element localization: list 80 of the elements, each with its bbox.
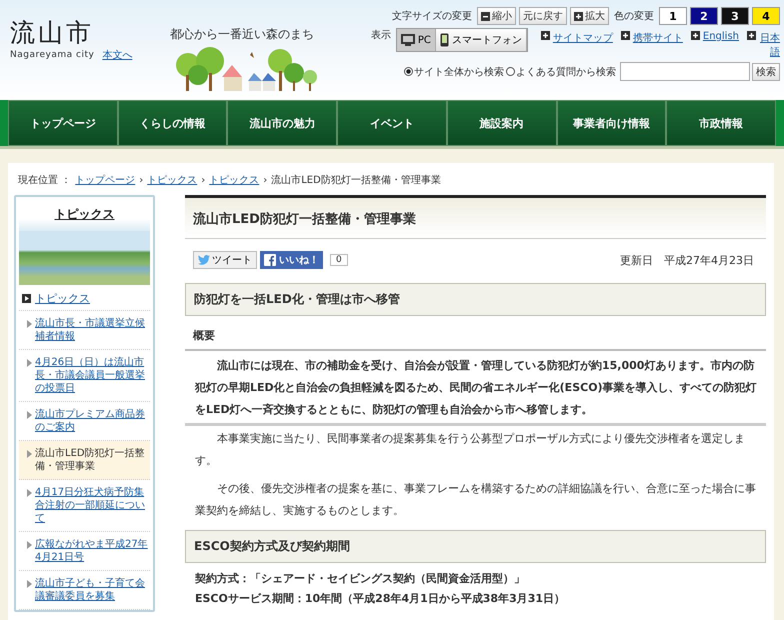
article-title: 流山市LED防犯灯一括整備・管理事業 xyxy=(185,195,766,239)
plus-icon xyxy=(620,31,630,40)
nav-tab[interactable]: 事業者向け情報 xyxy=(556,100,666,146)
search-scope-radio[interactable] xyxy=(506,67,515,76)
radio-label: サイト全体から検索 xyxy=(414,66,504,78)
minus-icon xyxy=(481,12,490,20)
tweet-button[interactable]: ツイート xyxy=(193,251,257,269)
breadcrumb-separator: › xyxy=(263,174,268,186)
nav-tab[interactable]: 流山市の魅力 xyxy=(227,100,338,146)
sidebar-item[interactable]: 流山市子ども・子育て会議審議委員を募集 xyxy=(19,571,150,610)
logo-subtitle: Nagareyama city xyxy=(10,50,94,60)
color-scheme-button[interactable]: 2 xyxy=(690,7,718,25)
sidebar-title: トピックス xyxy=(54,206,114,223)
color-change-label: 色の変更 xyxy=(614,10,654,23)
section-subheading: 概要 xyxy=(185,322,766,351)
breadcrumb-link[interactable]: トピックス xyxy=(209,173,260,187)
header-link[interactable]: 日本語 xyxy=(759,31,780,59)
triangle-bullet-icon xyxy=(27,320,32,328)
breadcrumb-separator: › xyxy=(139,174,144,186)
triangle-bullet-icon xyxy=(27,580,32,588)
like-count: 0 xyxy=(330,254,348,266)
nav-tab[interactable]: くらしの情報 xyxy=(118,100,228,146)
sidebar-item[interactable]: 流山市長・市議選挙立候補者情報 xyxy=(19,311,150,350)
lead-paragraph: 流山市には現在、市の補助金を受け、自治会が設置・管理している防犯灯が約15,000灯あります。市内の防犯灯の早期LED化と自治会の負担軽減を図るため、民間の省エネルギー化(ESCO)事業を導入し、すべての防犯灯をLED灯へ一斉交換するとともに、防犯灯の管理も自治会から市へ移管します。 xyxy=(185,351,766,426)
sidebar-item[interactable]: 広報ながれやま平成27年4月21日号 xyxy=(19,532,150,571)
triangle-bullet-icon xyxy=(27,541,32,549)
triangle-bullet-icon xyxy=(27,450,32,458)
paragraph: 本事業実施に当たり、民間事業者の提案募集を行う公募型プロポーザル方式により優先交渉権者を選定します。 xyxy=(194,431,746,469)
nav-tab[interactable]: 施設案内 xyxy=(446,100,557,146)
sidebar-item[interactable]: 4月17日分狂犬病予防集合注射の一部順延について xyxy=(19,480,150,532)
tagline: 都心から一番近い森のまち xyxy=(170,26,315,43)
like-button[interactable]: いいね！ xyxy=(260,251,323,269)
plus-icon xyxy=(574,12,583,20)
triangle-bullet-icon xyxy=(27,489,32,497)
paragraph: その後、優先交渉権者の提案を基に、事業フレームを構築するための詳細協議を行い、合意に至った場合に事業契約を締結し、実施するものとします。 xyxy=(194,481,757,519)
contract-info: ESCOサービス期間：10年間（平成28年4月1日から平成38年3月31日） xyxy=(194,591,566,607)
breadcrumb-link[interactable]: トップページ xyxy=(75,173,136,187)
font-size-button[interactable]: 元に戻す xyxy=(519,7,567,25)
monitor-icon xyxy=(400,34,415,46)
plus-icon xyxy=(690,31,700,40)
smartphone-icon xyxy=(440,33,449,47)
search-button[interactable]: 検索 xyxy=(752,62,780,80)
sidebar-section-link[interactable]: トピックス xyxy=(35,291,90,306)
sidebar-item[interactable]: 4月26日（日）は流山市長・市議会議員一般選挙の投票日 xyxy=(19,350,150,402)
display-label: 表示 xyxy=(370,28,391,42)
color-scheme-button[interactable]: 3 xyxy=(721,7,749,25)
breadcrumb-link[interactable]: トピックス xyxy=(147,173,198,187)
search-scope-radio[interactable] xyxy=(404,67,413,76)
bird-icon xyxy=(198,255,210,265)
section-heading: ESCO契約方式及び契約期間 xyxy=(185,530,766,563)
sidebar-item[interactable]: 流山市LED防犯灯一括整備・管理事業 xyxy=(19,441,150,480)
color-scheme-button[interactable]: 4 xyxy=(752,7,780,25)
search-field[interactable] xyxy=(620,62,750,81)
triangle-bullet-icon xyxy=(27,411,32,419)
radio-label: よくある質問から検索 xyxy=(516,66,616,78)
skip-link[interactable]: 本文へ xyxy=(102,50,132,61)
header-link[interactable]: サイトマップ xyxy=(552,31,613,45)
font-size-button[interactable]: 縮小 xyxy=(477,7,516,25)
font-size-label: 文字サイズの変更 xyxy=(392,10,472,23)
section-heading: 防犯灯を一括LED化・管理は市へ移管 xyxy=(185,283,766,316)
header-link[interactable]: English xyxy=(702,31,739,42)
city-logo: 流山市 xyxy=(10,18,95,48)
triangle-bullet-icon xyxy=(27,359,32,367)
f-logo-icon xyxy=(264,254,276,266)
breadcrumb-label: 現在位置 ： xyxy=(18,174,72,187)
breadcrumb-separator: › xyxy=(201,174,206,186)
arrow-bullet-icon xyxy=(22,294,31,303)
nav-tab[interactable]: イベント xyxy=(337,100,447,146)
plus-icon xyxy=(747,31,756,40)
contract-info: 契約方式：「シェアード・セイビングス契約（民間資金活用型）」 xyxy=(194,571,526,587)
breadcrumb-current: 流山市LED防犯灯一括整備・管理事業 xyxy=(271,174,441,187)
display-mode-tab[interactable]: PC xyxy=(396,29,436,51)
font-size-button[interactable]: 拡大 xyxy=(570,7,609,25)
nav-tab[interactable]: トップページ xyxy=(8,100,118,146)
color-scheme-button[interactable]: 1 xyxy=(659,7,687,25)
plus-icon xyxy=(540,31,550,40)
nav-tab[interactable]: 市政情報 xyxy=(666,100,776,146)
display-mode-tab[interactable]: スマートフォン xyxy=(436,29,527,51)
header-link[interactable]: 携帯サイト xyxy=(632,31,683,45)
updated-date: 更新日 平成27年4月23日 xyxy=(620,252,754,268)
